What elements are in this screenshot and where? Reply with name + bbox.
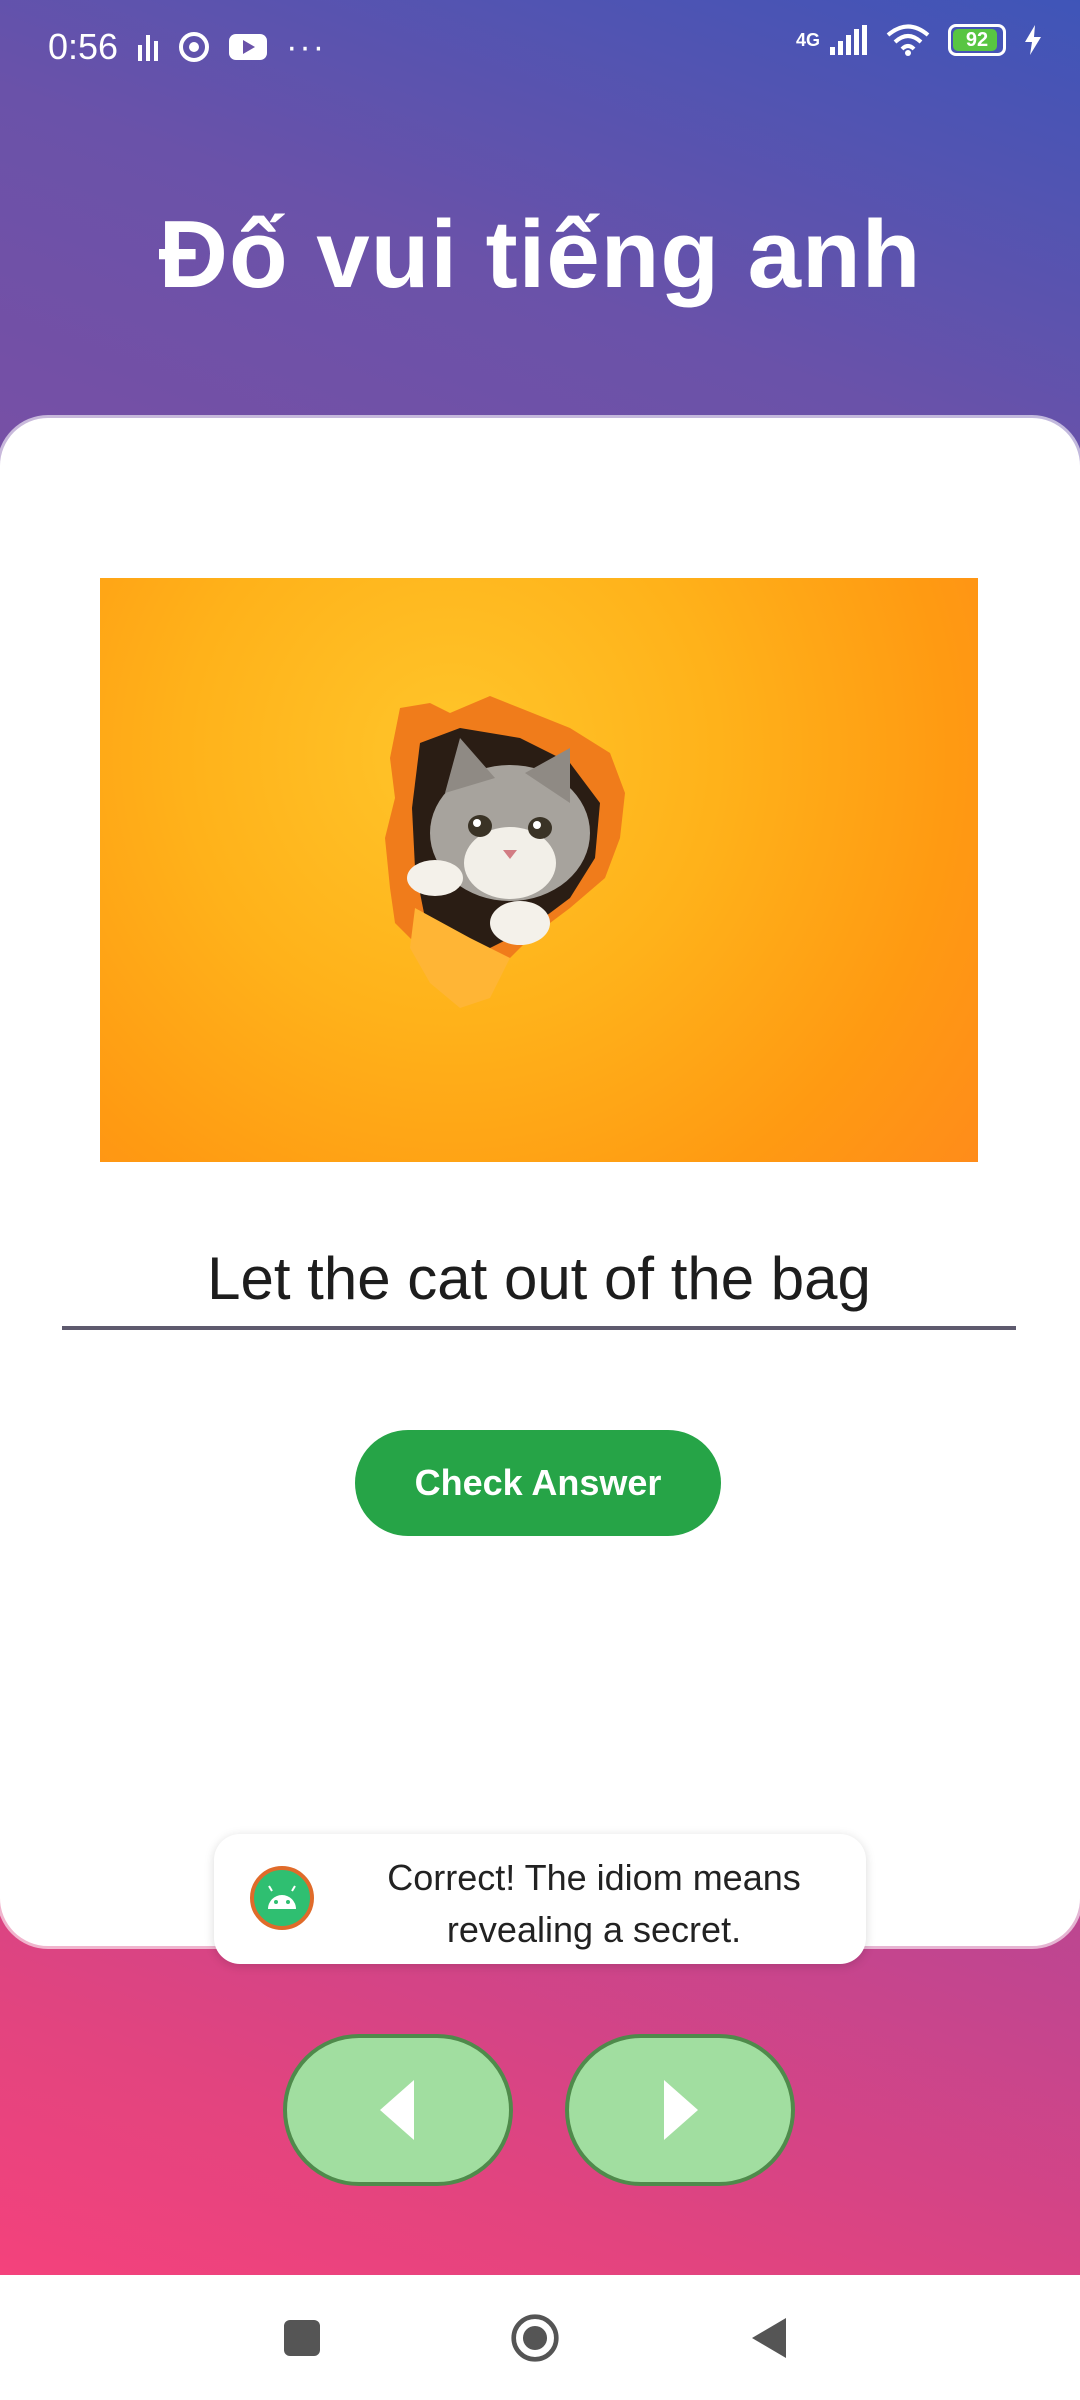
back-button[interactable] [745,2313,795,2363]
answer-field-container [62,1230,1016,1330]
chrome-icon [179,32,210,62]
status-bar: 0:56 ··· 4G 92 [0,0,1080,92]
home-button[interactable] [510,2313,560,2363]
audio-bars-icon [138,35,159,61]
signal-icon [830,25,867,55]
check-answer-button[interactable]: Check Answer [355,1430,721,1536]
back-triangle-icon [752,2318,786,2358]
quiz-image [100,578,978,1162]
cat-peeking-illustration [385,696,625,1008]
youtube-icon [229,34,268,60]
triangle-right-icon [664,2080,698,2140]
android-app-icon [250,1866,314,1930]
page-title: Đố vui tiếng anh [158,201,922,308]
battery-icon: 92 [948,24,1006,56]
recents-button[interactable] [277,2313,327,2363]
toast-message: Correct! The idiom means revealing a sec… [214,1834,866,1964]
previous-button[interactable] [283,2034,513,2186]
network-label: 4G [795,29,820,50]
next-button[interactable] [565,2034,795,2186]
home-circle-icon [511,2314,559,2362]
triangle-left-icon [380,2080,414,2140]
more-notifications-icon: ··· [286,27,327,66]
clock: 0:56 [48,26,119,67]
square-recents-icon [284,2320,320,2356]
wifi-icon [886,24,930,56]
toast-line-2: revealing a secret. [446,1909,742,1950]
toast-text: Correct! The idiom means revealing a sec… [344,1852,844,1956]
answer-input[interactable] [62,1230,1016,1326]
toast-line-1: Correct! The idiom means [387,1857,801,1898]
charging-bolt-icon [1025,25,1041,55]
battery-level: 92 [965,28,989,51]
system-navigation-bar [0,2275,1080,2400]
